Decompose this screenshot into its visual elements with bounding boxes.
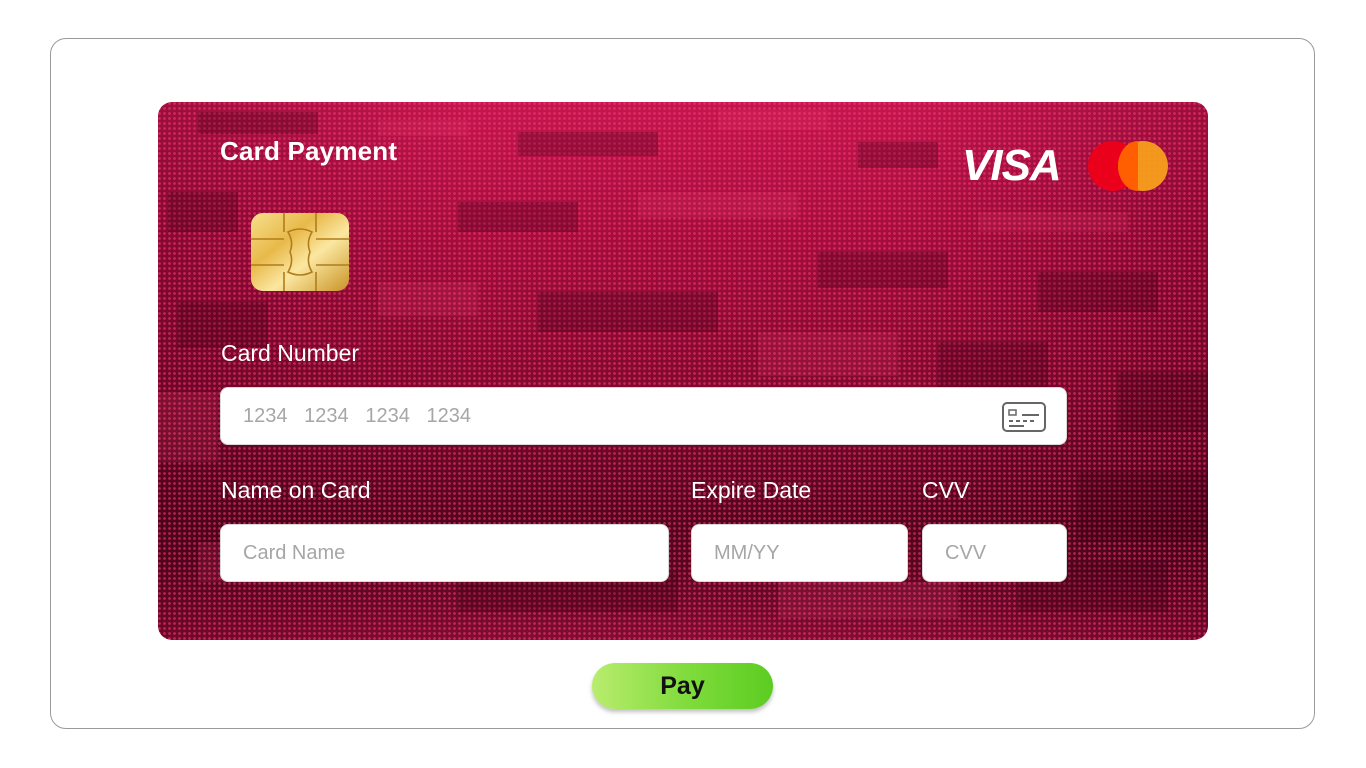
visa-logo: VISA: [962, 141, 1062, 190]
credit-card-icon: [1002, 402, 1046, 432]
expire-date-input[interactable]: [691, 524, 908, 582]
name-on-card-label: Name on Card: [221, 477, 371, 503]
card-title: Card Payment: [220, 136, 398, 166]
cvv-input[interactable]: [922, 524, 1067, 582]
card-name-input[interactable]: [220, 524, 669, 582]
card-number-input[interactable]: [220, 387, 1067, 445]
pay-button[interactable]: Pay: [592, 663, 773, 709]
card-number-label: Card Number: [221, 340, 360, 366]
expire-date-label: Expire Date: [691, 477, 812, 503]
mastercard-logo: [1086, 140, 1170, 194]
cvv-label: CVV: [922, 477, 970, 503]
payment-card: Card Payment VISA Card Number Name on Ca…: [158, 102, 1208, 640]
card-chip-icon: [251, 213, 349, 291]
